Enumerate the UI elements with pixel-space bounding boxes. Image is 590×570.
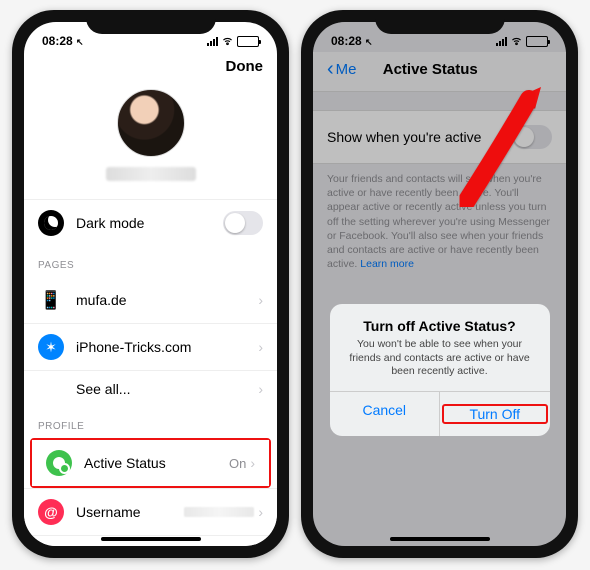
avatar[interactable]: [117, 89, 185, 157]
done-button[interactable]: Done: [226, 58, 264, 75]
notch: [375, 10, 505, 34]
at-icon: @: [38, 499, 64, 525]
moon-icon: [38, 210, 64, 236]
page-icon: ✶: [38, 334, 64, 360]
nav-bar: Done: [24, 52, 277, 85]
chevron-right-icon: ›: [258, 504, 263, 520]
cellular-signal-icon: [207, 37, 218, 46]
dark-mode-row[interactable]: Dark mode: [24, 199, 277, 246]
cancel-button[interactable]: Cancel: [330, 392, 441, 436]
page-row-mufa[interactable]: 📱 mufa.de ›: [24, 277, 277, 323]
status-icons: [207, 36, 259, 47]
username-row[interactable]: @ Username ›: [24, 488, 277, 535]
wifi-icon: [221, 36, 234, 46]
pages-section-header: PAGES: [24, 246, 277, 277]
active-status-value: On: [229, 456, 246, 471]
chevron-right-icon: ›: [258, 381, 263, 397]
chevron-right-icon: ›: [258, 292, 263, 308]
screen-right: 08:28 ↖ ‹ Me Active Status Show when you…: [313, 22, 566, 546]
active-status-row[interactable]: Active Status On ›: [32, 440, 269, 486]
page-label: iPhone-Tricks.com: [76, 339, 258, 355]
username-label: Username: [76, 504, 184, 520]
screen-left: 08:28 ↖ Done Dark mode PAGES: [24, 22, 277, 546]
profile-header-area[interactable]: [24, 85, 277, 189]
see-all-row[interactable]: See all... ›: [24, 370, 277, 407]
profile-section-header: PROFILE: [24, 407, 277, 438]
settings-content: Dark mode PAGES 📱 mufa.de › ✶ iPhone-Tri…: [24, 85, 277, 546]
alert-message: You won't be able to see when your frien…: [342, 338, 538, 379]
active-status-label: Active Status: [84, 455, 229, 471]
phone-frame-left: 08:28 ↖ Done Dark mode PAGES: [12, 10, 289, 558]
status-time: 08:28 ↖: [42, 34, 84, 48]
home-indicator[interactable]: [390, 537, 490, 541]
modal-overlay: Turn off Active Status? You won't be abl…: [313, 22, 566, 546]
battery-icon: [237, 36, 259, 47]
page-icon: 📱: [38, 287, 64, 313]
active-status-icon: [46, 450, 72, 476]
dark-mode-toggle[interactable]: [223, 211, 263, 235]
chevron-right-icon: ›: [250, 455, 255, 471]
phone-frame-right: 08:28 ↖ ‹ Me Active Status Show when you…: [301, 10, 578, 558]
alert-dialog: Turn off Active Status? You won't be abl…: [330, 304, 550, 436]
profile-name: [106, 167, 196, 181]
dark-mode-label: Dark mode: [76, 215, 223, 231]
home-indicator[interactable]: [101, 537, 201, 541]
notch: [86, 10, 216, 34]
chevron-right-icon: ›: [258, 339, 263, 355]
username-value: [184, 507, 254, 517]
highlight-active-status: Active Status On ›: [30, 438, 271, 488]
see-all-label: See all...: [76, 381, 258, 397]
page-label: mufa.de: [76, 292, 258, 308]
page-row-iphonetricks[interactable]: ✶ iPhone-Tricks.com ›: [24, 323, 277, 370]
highlight-turn-off: Turn Off: [442, 404, 548, 424]
alert-title: Turn off Active Status?: [342, 318, 538, 334]
turn-off-button[interactable]: Turn Off: [440, 392, 550, 436]
